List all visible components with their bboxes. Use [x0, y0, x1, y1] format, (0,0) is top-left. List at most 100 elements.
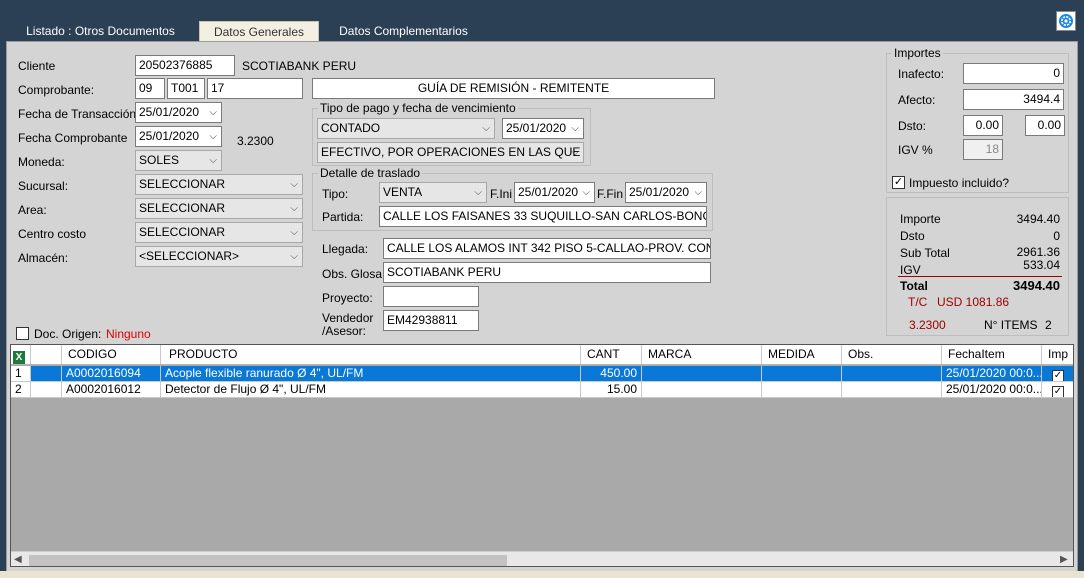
- llegada-label: Llegada:: [322, 242, 369, 256]
- scroll-left-icon[interactable]: ◀: [14, 554, 26, 566]
- row-fechaitem[interactable]: 25/01/2020 00:0...: [942, 382, 1042, 398]
- partida-label: Partida:: [322, 210, 364, 224]
- products-grid[interactable]: X CODIGO PRODUCTO CANT MARCA MEDIDA Obs.…: [10, 344, 1074, 567]
- comprobante-serie-field[interactable]: T001: [167, 78, 205, 99]
- row-marca[interactable]: [642, 366, 762, 382]
- row-imp-cell[interactable]: ✓: [1042, 382, 1073, 398]
- cliente-code-field[interactable]: 20502376885: [135, 55, 235, 76]
- row-codigo[interactable]: A0002016012: [62, 382, 161, 398]
- vencimiento-picker[interactable]: 25/01/2020 ⌵: [502, 118, 584, 139]
- fini-value: 25/01/2020: [518, 185, 579, 199]
- doc-origen-checkbox[interactable]: [16, 327, 29, 340]
- fecha-comprobante-value: 25/01/2020: [139, 129, 200, 143]
- medio-pago-select[interactable]: EFECTIVO, POR OPERACIONES EN LAS QUE NO ⌵: [317, 142, 584, 163]
- excel-export-button[interactable]: X: [11, 345, 31, 364]
- chevron-down-icon: ⌵: [694, 187, 702, 198]
- tc-rate: 3.2300: [909, 318, 946, 332]
- area-select[interactable]: SELECCIONAR ⌵: [135, 198, 303, 219]
- moneda-select[interactable]: SOLES ⌵: [135, 150, 222, 171]
- col-medida[interactable]: MEDIDA: [762, 345, 842, 364]
- centro-costo-select[interactable]: SELECCIONAR ⌵: [135, 222, 303, 243]
- comprobante-numero-field[interactable]: 17: [207, 78, 303, 99]
- proyecto-label: Proyecto:: [322, 291, 373, 305]
- traslado-tipo-select[interactable]: VENTA ⌵: [379, 182, 487, 203]
- row-number: 2: [11, 382, 31, 398]
- fecha-transaccion-label: Fecha de Transacción: [18, 107, 137, 121]
- fecha-comprobante-label: Fecha Comprobante: [18, 131, 128, 145]
- total-dsto-label: Dsto: [900, 229, 925, 243]
- horizontal-scrollbar[interactable]: ◀ ▶: [11, 551, 1073, 566]
- doc-origen-value: Ninguno: [106, 327, 151, 341]
- scrollbar-thumb[interactable]: [29, 555, 507, 566]
- row-medida[interactable]: [762, 382, 842, 398]
- obs-glosa-label: Obs. Glosa:: [322, 267, 386, 281]
- dsto-percent-field[interactable]: 0.00: [963, 115, 1003, 136]
- row-producto[interactable]: Acople flexible ranurado Ø 4", UL/FM: [161, 366, 581, 382]
- tab-datos-generales[interactable]: Datos Generales: [199, 21, 319, 42]
- row-codigo[interactable]: A0002016094: [62, 366, 161, 382]
- row-obs[interactable]: [842, 382, 942, 398]
- comprobante-tipo-field[interactable]: 09: [135, 78, 165, 99]
- row-fechaitem[interactable]: 25/01/2020 00:0...: [942, 366, 1042, 382]
- llegada-field[interactable]: CALLE LOS ALAMOS INT 342 PISO 5-CALLAO-P…: [383, 238, 711, 259]
- ffin-picker[interactable]: 25/01/2020 ⌵: [625, 182, 707, 203]
- col-cant[interactable]: CANT: [581, 345, 642, 364]
- chevron-down-icon: ⌵: [482, 123, 490, 134]
- vendedor-field[interactable]: EM42938811: [383, 310, 479, 331]
- row-imp-cell[interactable]: ✓: [1042, 366, 1073, 382]
- fecha-comprobante-picker[interactable]: 25/01/2020 ⌵: [135, 126, 222, 147]
- col-producto[interactable]: PRODUCTO: [161, 345, 581, 364]
- row-imp-checkbox[interactable]: ✓: [1052, 386, 1064, 397]
- row-producto[interactable]: Detector de Flujo Ø 4", UL/FM: [161, 382, 581, 398]
- row-cant[interactable]: 15.00: [581, 382, 642, 398]
- chevron-down-icon: ⌵: [582, 187, 590, 198]
- chevron-down-icon: ⌵: [474, 187, 482, 198]
- row-obs[interactable]: [842, 366, 942, 382]
- fecha-transaccion-picker[interactable]: 25/01/2020 ⌵: [135, 102, 222, 123]
- dsto-amount-field[interactable]: 0.00: [1025, 115, 1065, 136]
- proyecto-field[interactable]: [383, 286, 479, 307]
- tab-datos-complementarios[interactable]: Datos Complementarios: [326, 21, 481, 42]
- row-medida[interactable]: [762, 366, 842, 382]
- impuesto-incluido-checkbox[interactable]: ✓: [892, 176, 905, 189]
- subtotal-label: Sub Total: [900, 246, 950, 260]
- importe-label: Importe: [900, 212, 941, 226]
- items-label: N° ITEMS: [984, 318, 1038, 332]
- settings-button[interactable]: [1056, 11, 1076, 31]
- sucursal-select[interactable]: SELECCIONAR ⌵: [135, 174, 303, 195]
- traslado-title: Detalle de traslado: [318, 166, 423, 180]
- igv-percent-field: 18: [963, 139, 1003, 160]
- items-value: 2: [1045, 318, 1052, 332]
- chevron-down-icon: ⌵: [290, 251, 298, 262]
- subtotal-value: 2961.36: [1016, 245, 1060, 259]
- dsto-label: Dsto:: [898, 119, 927, 133]
- scroll-right-icon[interactable]: ▶: [1060, 554, 1072, 566]
- row-imp-checkbox[interactable]: ✓: [1052, 370, 1064, 381]
- tipo-pago-select[interactable]: CONTADO ⌵: [317, 118, 495, 139]
- col-obs[interactable]: Obs.: [842, 345, 942, 364]
- tc-label: T/C: [908, 295, 928, 309]
- centro-costo-label: Centro costo: [18, 227, 87, 241]
- row-marca[interactable]: [642, 382, 762, 398]
- almacen-select[interactable]: <SELECCIONAR> ⌵: [135, 246, 303, 267]
- chevron-down-icon: ⌵: [571, 147, 579, 158]
- almacen-label: Almacén:: [18, 251, 69, 265]
- row-indicator: [31, 382, 62, 398]
- fecha-transaccion-value: 25/01/2020: [139, 105, 200, 119]
- partida-field[interactable]: CALLE LOS FAISANES 33 SUQUILLO-SAN CARLO…: [379, 206, 707, 227]
- bottom-strip: [0, 571, 1084, 578]
- afecto-field[interactable]: 3494.4: [963, 89, 1064, 110]
- table-row[interactable]: 1 A0002016094 Acople flexible ranurado Ø…: [11, 366, 1073, 382]
- inafecto-field[interactable]: 0: [963, 63, 1064, 84]
- col-marca[interactable]: MARCA: [642, 345, 762, 364]
- excel-icon: X: [13, 351, 25, 364]
- row-cant[interactable]: 450.00: [581, 366, 642, 382]
- col-codigo[interactable]: CODIGO: [62, 345, 161, 364]
- obs-glosa-field[interactable]: SCOTIABANK PERU: [383, 262, 711, 283]
- col-fechaitem[interactable]: FechaItem: [942, 345, 1042, 364]
- fini-picker[interactable]: 25/01/2020 ⌵: [514, 182, 595, 203]
- table-row[interactable]: 2 A0002016012 Detector de Flujo Ø 4", UL…: [11, 382, 1073, 398]
- tab-listado[interactable]: Listado : Otros Documentos: [8, 21, 193, 42]
- col-imp[interactable]: Imp: [1042, 345, 1073, 364]
- igv-label: IGV: [900, 263, 921, 277]
